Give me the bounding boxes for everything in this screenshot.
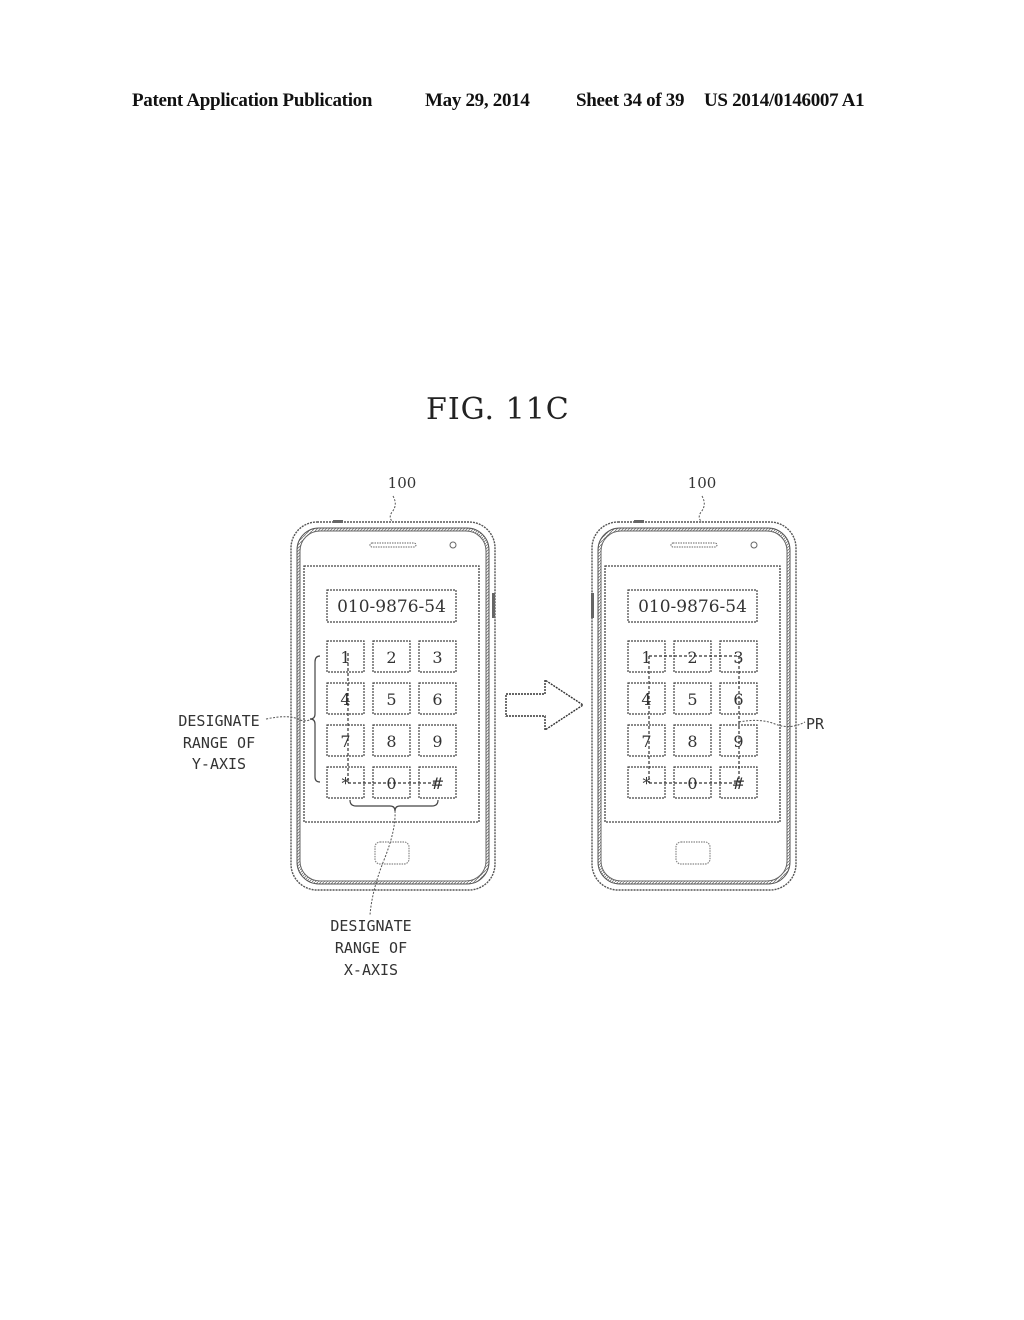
keypad-key-label: 9 bbox=[432, 732, 442, 751]
power-button-icon bbox=[333, 520, 343, 523]
arrow-right-icon bbox=[505, 678, 585, 732]
keypad-key-label: 2 bbox=[386, 648, 396, 667]
volume-button-icon bbox=[591, 593, 594, 618]
ref-leader bbox=[389, 495, 396, 523]
keypad-key-label: 8 bbox=[386, 732, 396, 751]
keypad-key-label: 2 bbox=[687, 648, 697, 667]
power-button-icon bbox=[634, 520, 644, 523]
display-text: 010-9876-54 bbox=[337, 597, 446, 617]
figure-drawing: 010-9876-54 1 2 34 5 67 8 9* 0 # 100 DESIGNATE R… bbox=[178, 474, 825, 979]
keypad-key-label: 4 bbox=[340, 690, 350, 709]
keypad-key-label: # bbox=[431, 774, 444, 793]
volume-button-icon bbox=[492, 593, 495, 618]
y-axis-label-line1: DESIGNATE bbox=[178, 712, 259, 730]
keypad-key-label: 3 bbox=[432, 648, 442, 667]
phone-left: 010-9876-54 1 2 34 5 67 8 9* 0 # 100 DESIGNATE R… bbox=[178, 474, 496, 979]
reference-numeral: 100 bbox=[388, 474, 417, 492]
x-axis-label-line3: X-AXIS bbox=[344, 961, 398, 979]
y-axis-label-line2: RANGE OF bbox=[183, 734, 255, 752]
keypad-key-label: 8 bbox=[687, 732, 697, 751]
x-axis-label-line1: DESIGNATE bbox=[330, 917, 411, 935]
keypad-key-label: 5 bbox=[386, 690, 396, 709]
keypad-key-label: 6 bbox=[432, 690, 442, 709]
keypad-key-label: 5 bbox=[687, 690, 697, 709]
display-text: 010-9876-54 bbox=[638, 597, 747, 617]
pattern-range-label: PR bbox=[806, 715, 825, 733]
x-axis-label-line2: RANGE OF bbox=[335, 939, 407, 957]
keypad-key-label: 7 bbox=[340, 732, 350, 751]
reference-numeral: 100 bbox=[688, 474, 717, 492]
ref-leader bbox=[698, 495, 705, 523]
keypad-key-label: 4 bbox=[641, 690, 651, 709]
keypad-key-label: 7 bbox=[641, 732, 651, 751]
y-axis-label-line3: Y-AXIS bbox=[192, 755, 246, 773]
phone-right: 010-9876-54 1 2 34 5 67 8 9* 0 # PR 100 bbox=[591, 474, 825, 891]
keypad-key-label: 1 bbox=[340, 648, 350, 667]
keypad-key-label: 1 bbox=[641, 648, 651, 667]
